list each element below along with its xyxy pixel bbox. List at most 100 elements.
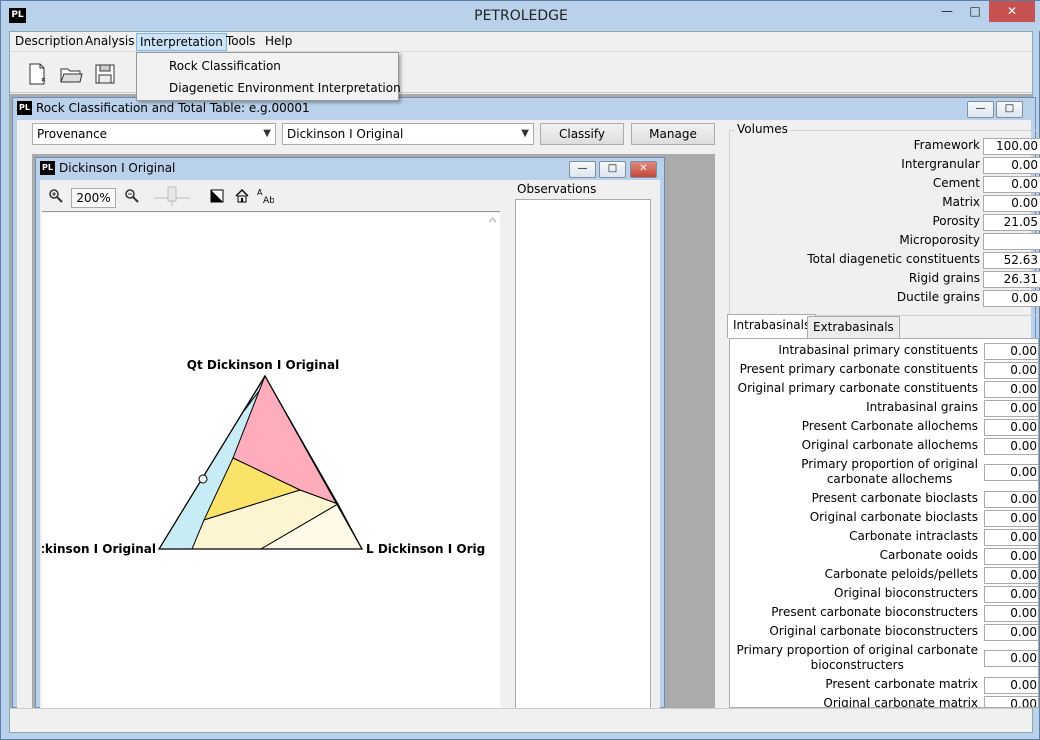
chevron-down-icon: ▼ [263, 128, 271, 139]
menu-help[interactable]: Help [262, 33, 295, 51]
new-document-icon[interactable] [24, 61, 50, 87]
intrabasinal-value[interactable]: 0.00 [984, 605, 1038, 622]
diagram-close-button[interactable]: ✕ [630, 161, 657, 178]
diagram-window: PL Dickinson I Original — □ ✕ 200% A Ab … [11, 157, 665, 709]
volume-value[interactable]: 100.00 [983, 138, 1040, 155]
intrabasinal-row: Original carbonate matrix 0.00 [730, 696, 1038, 708]
intrabasinal-row: Original primary carbonate constituents 0… [730, 381, 1038, 398]
menu-description[interactable]: Description [12, 33, 86, 51]
zoom-level[interactable]: 200% [71, 188, 116, 208]
menu-tools[interactable]: Tools [223, 33, 259, 51]
minimize-button[interactable]: — [933, 1, 961, 22]
save-icon[interactable] [92, 61, 118, 87]
intrabasinal-value[interactable]: 0.00 [984, 510, 1038, 527]
volume-value[interactable]: 0.00 [983, 195, 1040, 212]
zoom-slider[interactable] [152, 184, 192, 208]
diagram-logo: PL [40, 161, 55, 175]
intrabasinal-row: Carbonate ooids 0.00 [730, 548, 1038, 565]
intrabasinal-row: Original bioconstructers 0.00 [730, 586, 1038, 603]
intrabasinal-value[interactable]: 0.00 [984, 419, 1038, 436]
interpretation-dropdown: Rock Classification Diagenetic Environme… [136, 52, 401, 101]
intrabasinal-value[interactable]: 0.00 [984, 548, 1038, 565]
menu-item-rock-classification[interactable]: Rock Classification [169, 56, 281, 76]
zoom-in-icon[interactable] [48, 188, 64, 204]
volume-row: Ductile grains 0.00 [737, 290, 1040, 307]
classify-button[interactable]: Classify [540, 123, 624, 145]
intrabasinal-value[interactable]: 0.00 [984, 343, 1038, 360]
chevron-down-icon: ▼ [521, 128, 529, 139]
intrabasinal-label: Primary proportion of original carbonate… [801, 457, 978, 486]
volume-row: Porosity 21.05 [737, 214, 1040, 231]
intrabasinal-row: Original carbonate bioclasts 0.00 [730, 510, 1038, 527]
intrabasinal-value[interactable]: 0.00 [984, 624, 1038, 641]
intrabasinal-row: Present carbonate bioconstructers 0.00 [730, 605, 1038, 622]
volume-label: Total diagenetic constituents [807, 252, 980, 266]
client-area: Description Analysis Interpretation Tool… [9, 31, 1040, 733]
close-button[interactable]: ✕ [989, 1, 1035, 22]
intrabasinal-value[interactable]: 0.00 [984, 438, 1038, 455]
observations-textarea[interactable] [515, 199, 651, 709]
intrabasinal-value[interactable]: 0.00 [984, 567, 1038, 584]
intrabasinal-value[interactable]: 0.00 [984, 491, 1038, 508]
menu-item-diagenetic-environment[interactable]: Diagenetic Environment Interpretation [169, 78, 401, 98]
label-toggle-icon[interactable]: AAb [256, 187, 274, 205]
maximize-button[interactable]: □ [961, 1, 989, 22]
intrabasinal-row: Present Carbonate allochems 0.00 [730, 419, 1038, 436]
intrabasinal-value[interactable]: 0.00 [984, 650, 1038, 667]
open-folder-icon[interactable] [58, 61, 84, 87]
app-window: PL PETROLEDGE — □ ✕ Description Analysis… [0, 0, 1040, 740]
intrabasinal-row: Present carbonate matrix 0.00 [730, 677, 1038, 694]
intrabasinal-value[interactable]: 0.00 [984, 696, 1038, 707]
child-title-bar[interactable]: PL Rock Classification and Total Table: … [13, 98, 1033, 120]
volume-value[interactable] [983, 233, 1040, 250]
volume-row: Microporosity [737, 233, 1040, 250]
provenance-select[interactable]: Provenance ▼ [32, 123, 276, 145]
intrabasinal-row: Primary proportion of original carbonate… [730, 457, 1038, 489]
volume-value[interactable]: 0.00 [983, 176, 1040, 193]
menu-interpretation[interactable]: Interpretation [136, 33, 227, 51]
intrabasinal-label: Intrabasinal grains [866, 400, 978, 414]
manage-button[interactable]: Manage [631, 123, 715, 145]
intrabasinal-value[interactable]: 0.00 [984, 677, 1038, 694]
diagram-select[interactable]: Dickinson I Original ▼ [282, 123, 534, 145]
menu-analysis[interactable]: Analysis [82, 33, 137, 51]
intrabasinal-label: Carbonate intraclasts [849, 529, 978, 543]
title-bar[interactable]: PL PETROLEDGE — □ ✕ [1, 1, 1040, 31]
tab-intrabasinals[interactable]: Intrabasinals [727, 314, 817, 338]
zoom-out-icon[interactable] [124, 188, 140, 204]
diagram-toolbar: 200% A Ab [42, 182, 500, 212]
fill-toggle-icon[interactable] [210, 189, 224, 203]
volume-row: Total diagenetic constituents 52.63 [737, 252, 1040, 269]
scroll-up-icon[interactable] [485, 213, 500, 228]
volume-value[interactable]: 0.00 [983, 157, 1040, 174]
intrabasinal-label: Present carbonate bioclasts [811, 491, 978, 505]
tab-extrabasinals[interactable]: Extrabasinals [807, 316, 900, 338]
volume-value[interactable]: 52.63 [983, 252, 1040, 269]
intrabasinal-row: Carbonate intraclasts 0.00 [730, 529, 1038, 546]
intrabasinal-value[interactable]: 0.00 [984, 400, 1038, 417]
sample-point[interactable] [198, 474, 208, 484]
volume-label: Framework [913, 138, 980, 152]
intrabasinal-value[interactable]: 0.00 [984, 464, 1038, 481]
child-maximize-button[interactable]: □ [996, 101, 1023, 118]
intrabasinal-value[interactable]: 0.00 [984, 362, 1038, 379]
intrabasinal-row: Present carbonate bioclasts 0.00 [730, 491, 1038, 508]
diagram-select-value: Dickinson I Original [287, 127, 404, 141]
ternary-diagram-canvas[interactable]: Qt Dickinson I Original F Dickinson I Or… [11, 213, 510, 709]
intrabasinal-label: Original carbonate matrix [823, 696, 978, 708]
vertex-label-left: F Dickinson I Original [42, 542, 156, 556]
intrabasinal-value[interactable]: 0.00 [984, 586, 1038, 603]
volume-value[interactable]: 21.05 [983, 214, 1040, 231]
volume-value[interactable]: 26.31 [983, 271, 1040, 288]
child-minimize-button[interactable]: — [967, 101, 994, 118]
volume-value[interactable]: 0.00 [983, 290, 1040, 307]
diagram-minimize-button[interactable]: — [569, 161, 596, 178]
intrabasinal-value[interactable]: 0.00 [984, 381, 1038, 398]
provenance-select-value: Provenance [37, 127, 108, 141]
diagram-maximize-button[interactable]: □ [599, 161, 626, 178]
home-icon[interactable] [234, 188, 250, 204]
intrabasinal-value[interactable]: 0.00 [984, 529, 1038, 546]
diagram-scrollbar[interactable] [485, 213, 500, 709]
diagram-title-bar[interactable]: PL Dickinson I Original — □ ✕ [36, 158, 664, 180]
intrabasinal-label: Present Carbonate allochems [801, 419, 978, 433]
